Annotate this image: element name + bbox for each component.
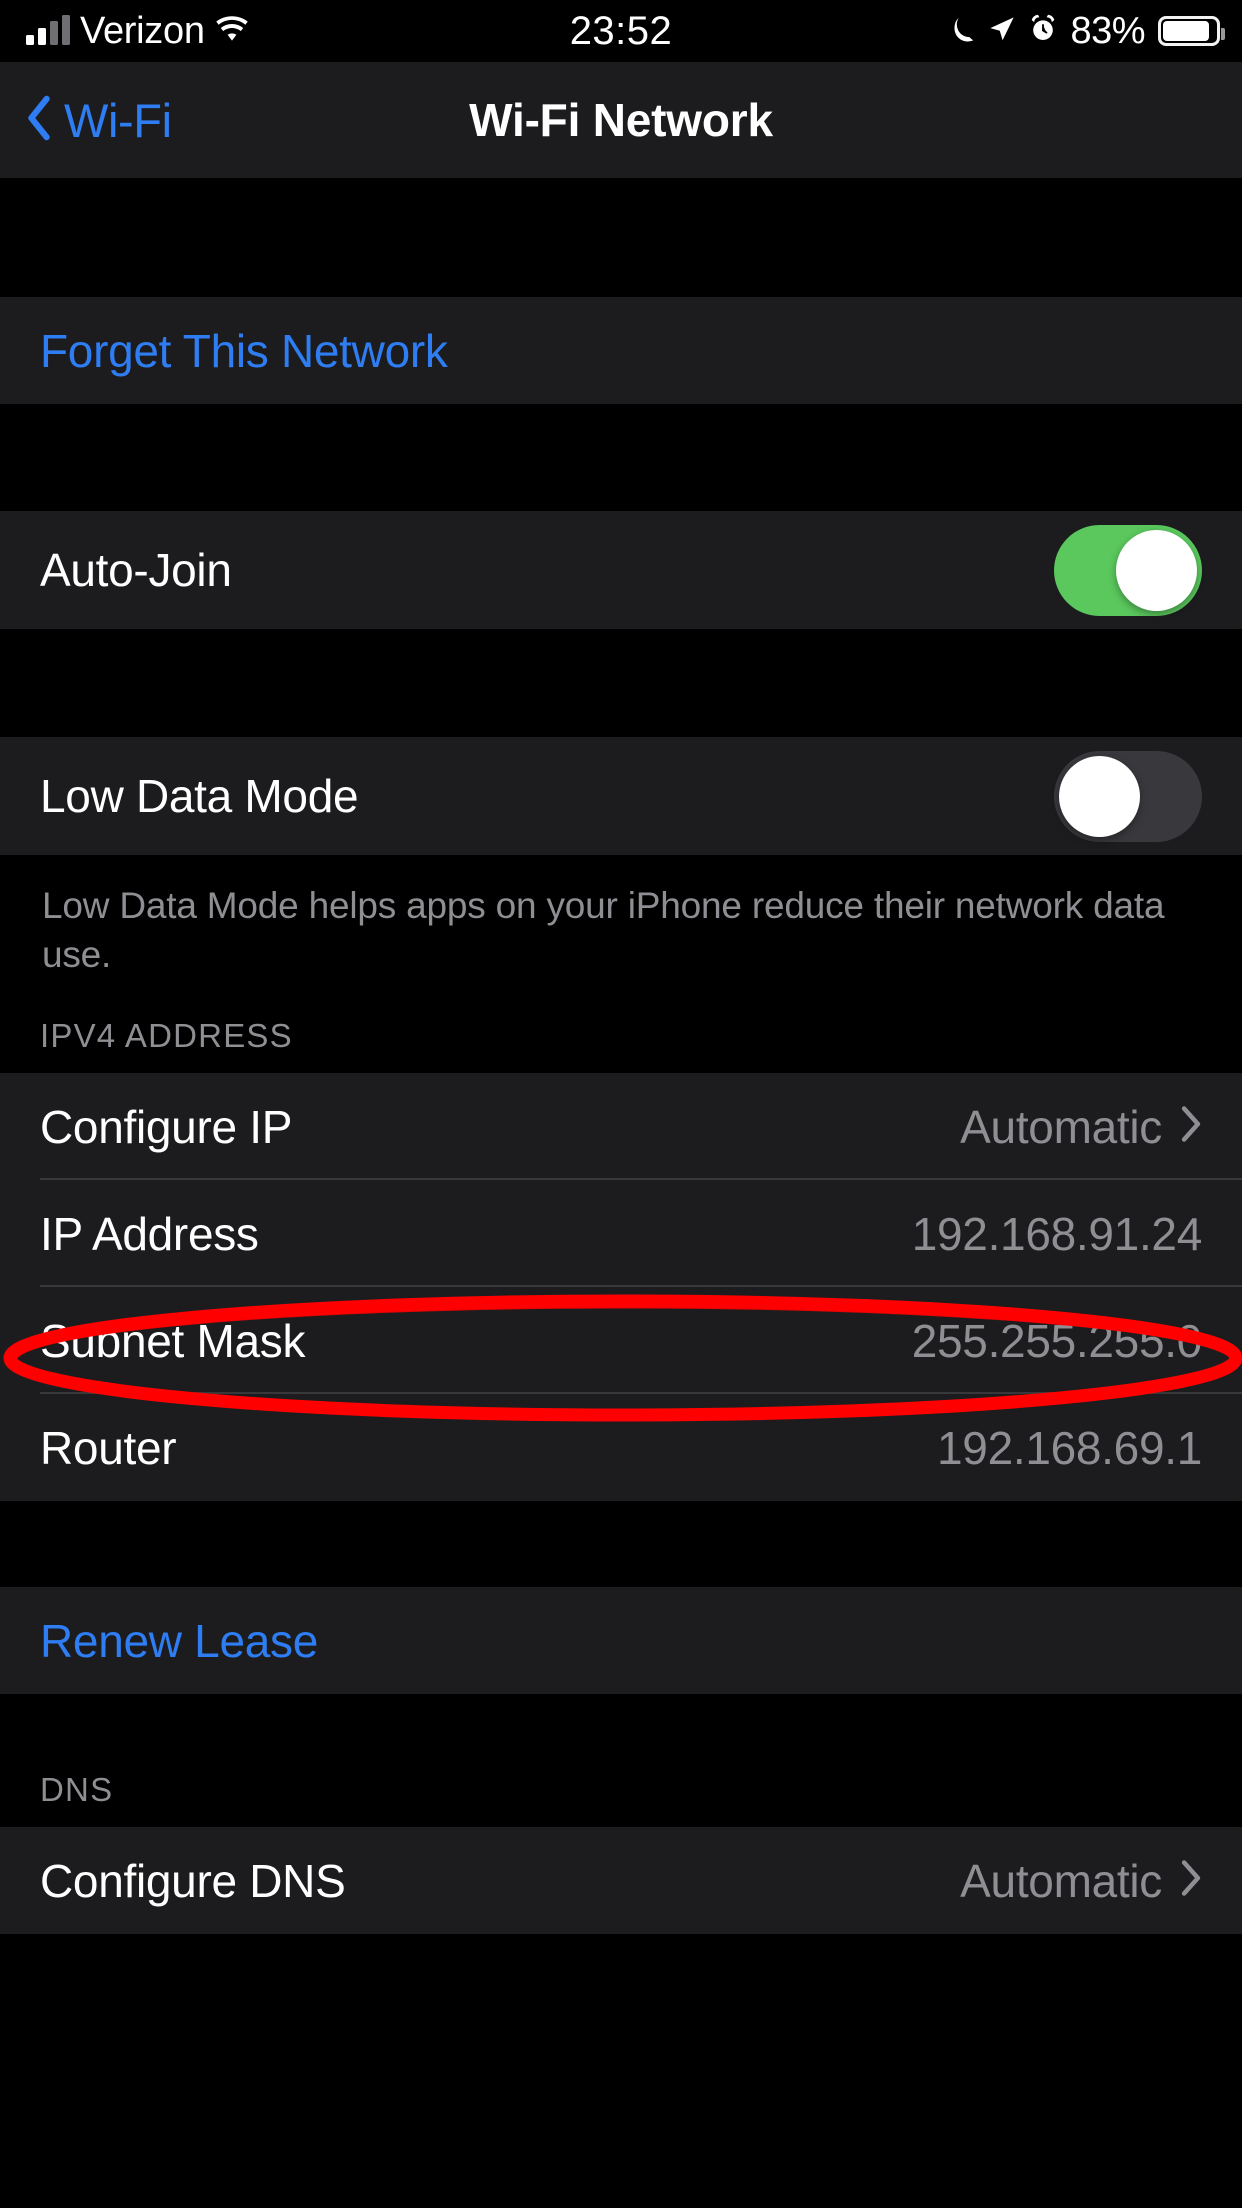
forget-network-group: Forget This Network: [0, 297, 1242, 404]
ip-address-value: 192.168.91.24: [911, 1207, 1203, 1260]
chevron-right-icon: [1162, 1105, 1202, 1148]
page-title: Wi-Fi Network: [469, 94, 773, 146]
renew-lease-label: Renew Lease: [40, 1614, 319, 1667]
forget-network-cell[interactable]: Forget This Network: [0, 297, 1242, 404]
chevron-right-icon: [1162, 1859, 1202, 1902]
auto-join-label: Auto-Join: [40, 544, 232, 596]
low-data-mode-toggle[interactable]: [1054, 750, 1202, 842]
auto-join-cell[interactable]: Auto-Join: [0, 511, 1242, 629]
iphone-screen: Verizon 23:52 83% Wi-Fi Wi-Fi Network Fo…: [0, 0, 1242, 2208]
low-data-mode-label: Low Data Mode: [40, 770, 359, 822]
router-value: 192.168.69.1: [937, 1421, 1202, 1474]
configure-ip-row[interactable]: Configure IP Automatic: [0, 1073, 1242, 1181]
battery-icon: [1158, 16, 1225, 46]
spacer: [0, 404, 1242, 511]
location-arrow-icon: [988, 15, 1016, 48]
subnet-mask-row[interactable]: Subnet Mask 255.255.255.0: [0, 1287, 1242, 1395]
ip-address-label: IP Address: [40, 1207, 259, 1260]
renew-lease-cell[interactable]: Renew Lease: [0, 1587, 1242, 1695]
status-bar-right: 83%: [949, 0, 1225, 62]
ipv4-section-header: IPV4 ADDRESS: [0, 979, 1242, 1074]
configure-dns-value: Automatic: [960, 1854, 1162, 1907]
ipv4-section-header-wrap: IPV4 ADDRESS: [0, 979, 1242, 1074]
dns-section-header: DNS: [0, 1694, 1242, 1828]
subnet-mask-value: 255.255.255.0: [911, 1314, 1203, 1367]
router-label: Router: [40, 1421, 177, 1474]
subnet-mask-label: Subnet Mask: [40, 1314, 306, 1367]
configure-ip-label: Configure IP: [40, 1100, 293, 1153]
renew-lease-group: Renew Lease: [0, 1587, 1242, 1695]
router-row[interactable]: Router 192.168.69.1: [0, 1394, 1242, 1502]
moon-icon: [949, 14, 975, 49]
low-data-mode-footer: Low Data Mode helps apps on your iPhone …: [0, 855, 1242, 980]
auto-join-group: Auto-Join: [0, 511, 1242, 629]
configure-ip-value: Automatic: [960, 1100, 1162, 1153]
alarm-clock-icon: [1029, 14, 1057, 49]
auto-join-toggle[interactable]: [1054, 524, 1202, 616]
navigation-bar: Wi-Fi Wi-Fi Network: [0, 62, 1242, 178]
clock-label: 23:52: [569, 8, 673, 53]
low-data-mode-cell[interactable]: Low Data Mode: [0, 737, 1242, 855]
dns-group: Configure DNS Automatic: [0, 1827, 1242, 1935]
status-bar: Verizon 23:52 83%: [0, 0, 1242, 62]
settings-list[interactable]: Forget This Network Auto-Join Low Data M…: [0, 178, 1242, 2208]
low-data-mode-group: Low Data Mode: [0, 737, 1242, 855]
spacer: [0, 629, 1242, 737]
ipv4-group: Configure IP Automatic IP Address 192.16…: [0, 1073, 1242, 1502]
battery-percent-label: 83%: [1070, 9, 1145, 52]
forget-network-label: Forget This Network: [40, 324, 448, 377]
configure-dns-row[interactable]: Configure DNS Automatic: [0, 1827, 1242, 1935]
ip-address-row[interactable]: IP Address 192.168.91.24: [0, 1180, 1242, 1288]
spacer: [0, 1501, 1242, 1588]
dns-section-header-wrap: DNS: [0, 1694, 1242, 1828]
configure-dns-label: Configure DNS: [40, 1854, 346, 1907]
spacer: [0, 178, 1242, 297]
